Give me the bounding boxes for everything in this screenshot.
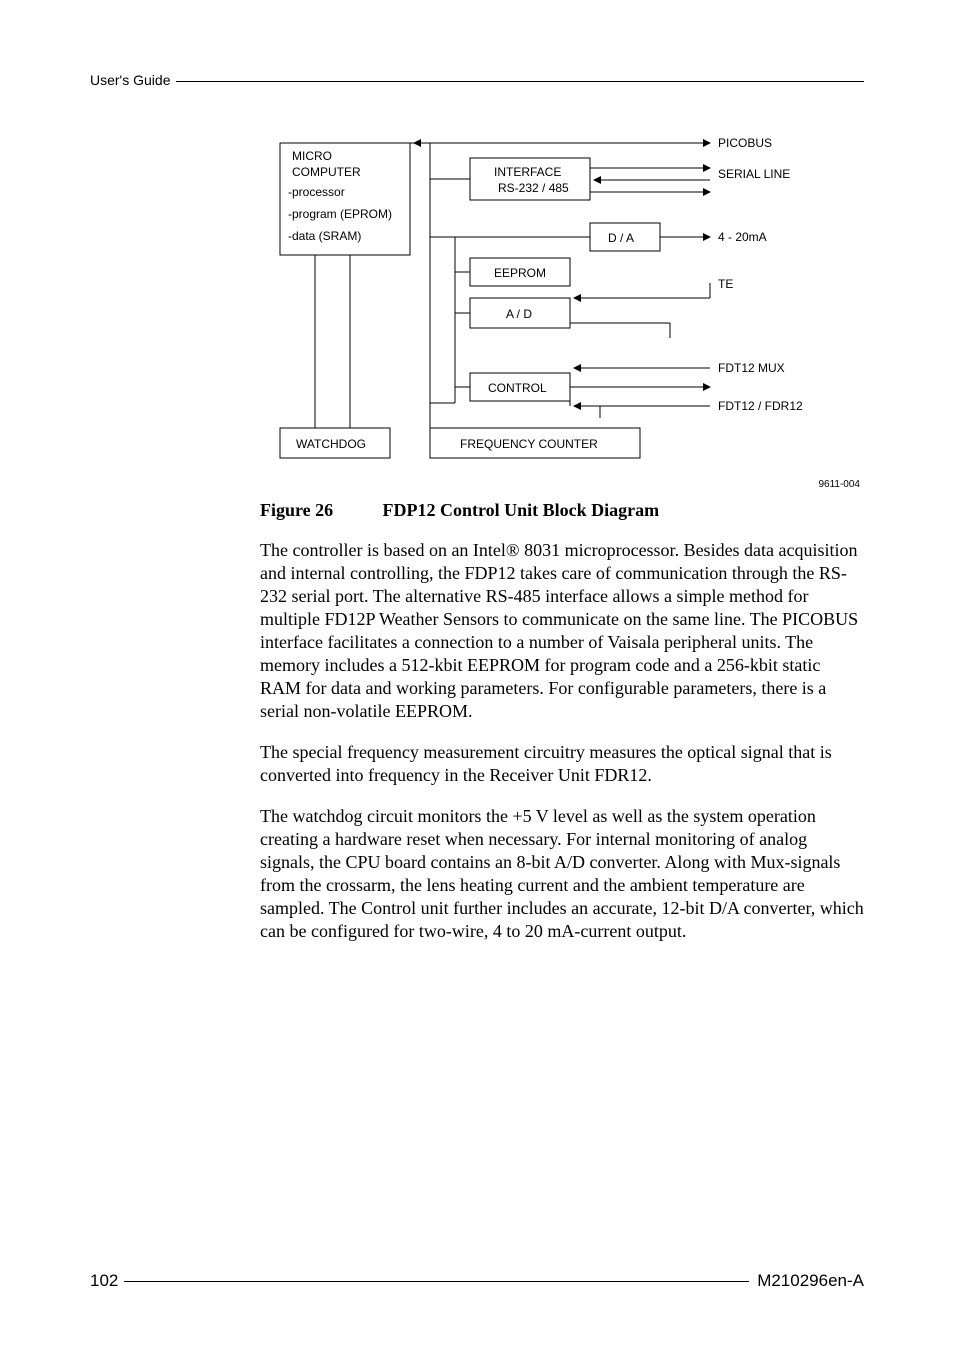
picobus-label: PICOBUS [718, 136, 772, 150]
am-label: 4 - 20mA [718, 230, 767, 244]
fdt-label: FDT12 / FDR12 [718, 399, 803, 413]
header-rule [176, 81, 864, 82]
da-label: D / A [608, 231, 634, 245]
figure-title: FDP12 Control Unit Block Diagram [383, 500, 660, 520]
micro-line5: -data (SRAM) [288, 229, 361, 243]
page-header: User's Guide [90, 72, 864, 88]
figure-label: Figure 26 [260, 500, 378, 521]
paragraph-1: The controller is based on an Intel® 803… [260, 539, 864, 723]
micro-line3: -processor [288, 185, 345, 199]
paragraph-3: The watchdog circuit monitors the +5 V l… [260, 805, 864, 943]
control-label: CONTROL [488, 381, 547, 395]
eeprom-label: EEPROM [494, 266, 546, 280]
te-label: TE [718, 277, 733, 291]
micro-title: MICRO [292, 149, 332, 163]
footer-page-number: 102 [90, 1271, 124, 1291]
paragraph-2: The special frequency measurement circui… [260, 741, 864, 787]
footer-doc-id: M210296en-A [749, 1271, 864, 1291]
micro-line2: COMPUTER [292, 165, 361, 179]
page-footer: 102 M210296en-A [90, 1271, 864, 1291]
block-diagram: MICRO COMPUTER -processor -program (EPRO… [260, 128, 864, 490]
figure-caption: Figure 26 FDP12 Control Unit Block Diagr… [260, 500, 864, 521]
header-label: User's Guide [90, 72, 176, 88]
serial-label: SERIAL LINE [718, 167, 790, 181]
interface-line2: RS-232 / 485 [498, 181, 569, 195]
interface-title: INTERFACE [494, 165, 561, 179]
freq-label: FREQUENCY COUNTER [460, 437, 598, 451]
watchdog-label: WATCHDOG [296, 437, 366, 451]
mux-label: FDT12 MUX [718, 361, 785, 375]
ad-label: A / D [506, 307, 532, 321]
micro-line4: -program (EPROM) [288, 207, 392, 221]
footer-rule [124, 1281, 749, 1282]
diagram-code: 9611-004 [260, 479, 860, 490]
